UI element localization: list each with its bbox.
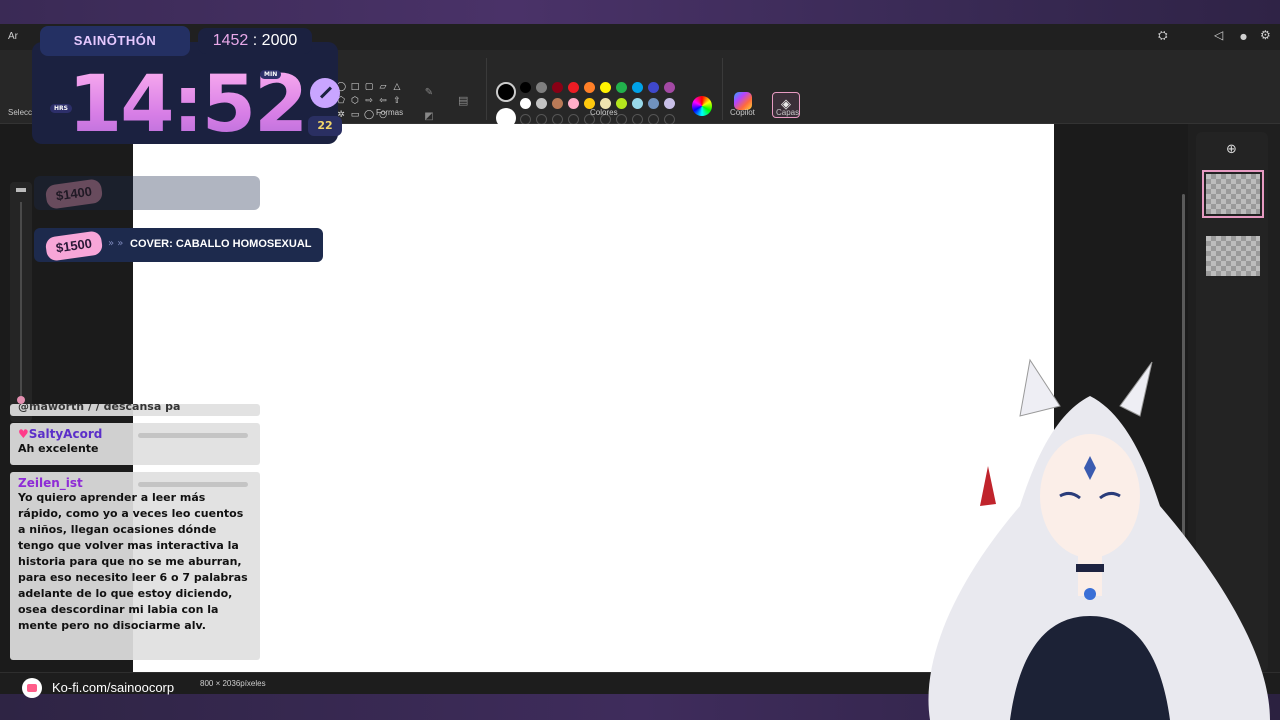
avatar-hair-ornament: [980, 466, 996, 506]
heart-badge-icon: ♥: [18, 427, 29, 441]
goal-current: 1452: [212, 32, 249, 49]
chat-message-text: @maworth / / descansa pa: [18, 404, 181, 413]
vtuber-avatar: [928, 358, 1270, 720]
color-swatch[interactable]: [552, 98, 563, 109]
color-swatch[interactable]: [616, 82, 627, 93]
edit-colors-icon[interactable]: [692, 96, 712, 116]
color-swatch[interactable]: [552, 82, 563, 93]
minutes-label: MIN: [260, 70, 282, 79]
section-label-colors: Colores: [590, 108, 618, 117]
arrow-left-shape-icon[interactable]: ⇦: [378, 96, 388, 106]
chat-name-bar: [138, 482, 248, 487]
chevrons-icon: » »: [108, 238, 124, 249]
color-swatch[interactable]: [520, 98, 531, 109]
goal-price: $1400: [44, 178, 104, 210]
account-icon[interactable]: ●: [1240, 32, 1247, 41]
avatar-pendant: [1084, 588, 1096, 600]
chat-message-text: Yo quiero aprender a leer más rápido, co…: [18, 491, 248, 632]
callout-rect-shape-icon[interactable]: ▭: [350, 110, 360, 120]
avatar-left-ear: [1019, 358, 1061, 417]
parallelogram-shape-icon[interactable]: ▱: [378, 82, 388, 92]
seconds-value: 22: [308, 116, 342, 136]
goal-separator: :: [252, 32, 258, 49]
color-swatch[interactable]: [584, 82, 595, 93]
arrow-right-shape-icon[interactable]: ⇨: [364, 96, 374, 106]
app-title: Ar: [8, 31, 18, 42]
subathon-title: SAINŌTHÓN: [40, 26, 190, 56]
chat-name-bar: [138, 433, 248, 438]
callout-oval-shape-icon[interactable]: ◯: [364, 110, 374, 120]
share-icon[interactable]: ⛭: [1158, 28, 1168, 43]
color-swatch[interactable]: [664, 98, 675, 109]
chat-overlay: @maworth / / descansa pa ♥SaltyAcord Ah …: [10, 404, 260, 662]
goal-row: $1500 » » COVER: CABALLO HOMOSEXUAL: [34, 228, 323, 262]
size-icon: [16, 188, 26, 192]
color-swatch[interactable]: [536, 98, 547, 109]
color-swatch[interactable]: [600, 82, 611, 93]
seconds-dial-icon: [310, 78, 340, 108]
outline-icon[interactable]: ✎: [424, 88, 434, 98]
avatar-face: [1040, 434, 1140, 558]
arrow-up-shape-icon[interactable]: ⇧: [392, 96, 402, 106]
color-swatch[interactable]: [616, 98, 627, 109]
color-swatch[interactable]: [632, 82, 643, 93]
color-swatch[interactable]: [632, 98, 643, 109]
color-swatch[interactable]: [520, 82, 531, 93]
section-label-shapes: Formas: [376, 108, 404, 117]
divider: [722, 58, 723, 120]
subathon-timer: SAINŌTHÓN 1452 : 2000 14:52 HRS MIN 22: [20, 12, 342, 150]
rounded-rect-shape-icon[interactable]: ▢: [364, 82, 374, 92]
kofi-cup-icon: [22, 678, 42, 698]
brush-size-slider[interactable]: [10, 182, 32, 422]
chat-message: Zeilen_ist Yo quiero aprender a leer más…: [10, 472, 260, 660]
primary-color-swatch[interactable]: [496, 82, 516, 102]
color-swatch[interactable]: [648, 82, 659, 93]
color-swatch[interactable]: [648, 98, 659, 109]
slider-track[interactable]: [20, 202, 22, 402]
divider: [486, 58, 487, 120]
chat-message-text: Ah excelente: [18, 442, 99, 455]
color-swatch[interactable]: [568, 98, 579, 109]
section-label-copilot: Copilot: [730, 108, 755, 117]
add-layer-icon[interactable]: ⊕: [1226, 142, 1237, 157]
fill-icon[interactable]: ◩: [424, 112, 434, 122]
section-label-layers: Capas: [776, 108, 800, 117]
color-swatch[interactable]: [568, 82, 579, 93]
rectangle-shape-icon[interactable]: □: [350, 82, 360, 92]
goal-text: COVER: CABALLO HOMOSEXUAL: [130, 238, 312, 250]
triangle-shape-icon[interactable]: △: [392, 82, 402, 92]
shape-style-icon[interactable]: ▤: [458, 95, 468, 106]
kofi-url[interactable]: Ko-fi.com/sainoocorp: [52, 680, 174, 695]
goal-price: $1500: [44, 230, 104, 262]
avatar-right-ear: [1119, 361, 1153, 417]
goal-row: $1400: [34, 176, 260, 210]
chat-message: ♥SaltyAcord Ah excelente: [10, 423, 260, 465]
canvas-dimensions: 800 × 2036píxeles: [200, 679, 266, 688]
color-swatch[interactable]: [664, 82, 675, 93]
chat-message: @maworth / / descansa pa: [10, 404, 260, 416]
hours-label: HRS: [50, 104, 72, 113]
layer-thumbnail[interactable]: [1206, 236, 1260, 276]
avatar-choker: [1076, 564, 1104, 572]
layer-thumbnail[interactable]: [1202, 170, 1264, 218]
color-swatch[interactable]: [536, 82, 547, 93]
slider-knob[interactable]: [17, 396, 25, 404]
sub-goal-counter: 1452 : 2000: [198, 28, 312, 54]
megaphone-icon[interactable]: ◁: [1214, 28, 1223, 42]
chat-username-text: SaltyAcord: [28, 427, 103, 441]
hexagon-shape-icon[interactable]: ⬡: [350, 96, 360, 106]
goal-total: 2000: [261, 32, 298, 49]
settings-gear-icon[interactable]: ⚙: [1260, 28, 1271, 42]
